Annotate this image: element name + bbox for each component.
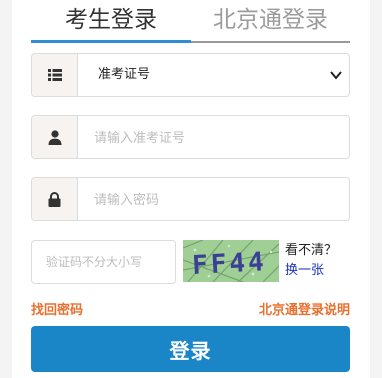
active-tab-indicator [31,40,191,43]
captcha-input[interactable] [31,240,176,284]
captcha-refresh-link[interactable]: 换一张 [285,262,324,280]
login-tabs: 考生登录 北京通登录 [31,0,350,43]
tab-candidate-login[interactable]: 考生登录 [31,2,191,38]
username-field [31,115,350,159]
id-type-select[interactable]: 准考证号 [31,53,350,97]
tab-beijing-tong-login[interactable]: 北京通登录 [191,2,350,38]
captcha-unclear-label: 看不清？ [285,243,338,258]
forgot-password-link[interactable]: 找回密码 [31,302,83,320]
list-icon [32,54,78,96]
lock-icon [32,178,78,220]
username-input[interactable] [92,124,336,152]
beijing-tong-help-link[interactable]: 北京通登录说明 [259,302,350,320]
id-type-selected-value: 准考证号 [98,67,151,82]
chevron-down-icon [330,71,342,80]
login-button[interactable]: 登录 [31,326,350,372]
captcha-image[interactable]: FF44 [183,240,279,282]
tab-divider [191,41,350,43]
password-field [31,177,350,221]
captcha-text: FF44 [191,247,267,281]
password-input[interactable] [92,186,336,214]
user-icon [32,116,78,158]
